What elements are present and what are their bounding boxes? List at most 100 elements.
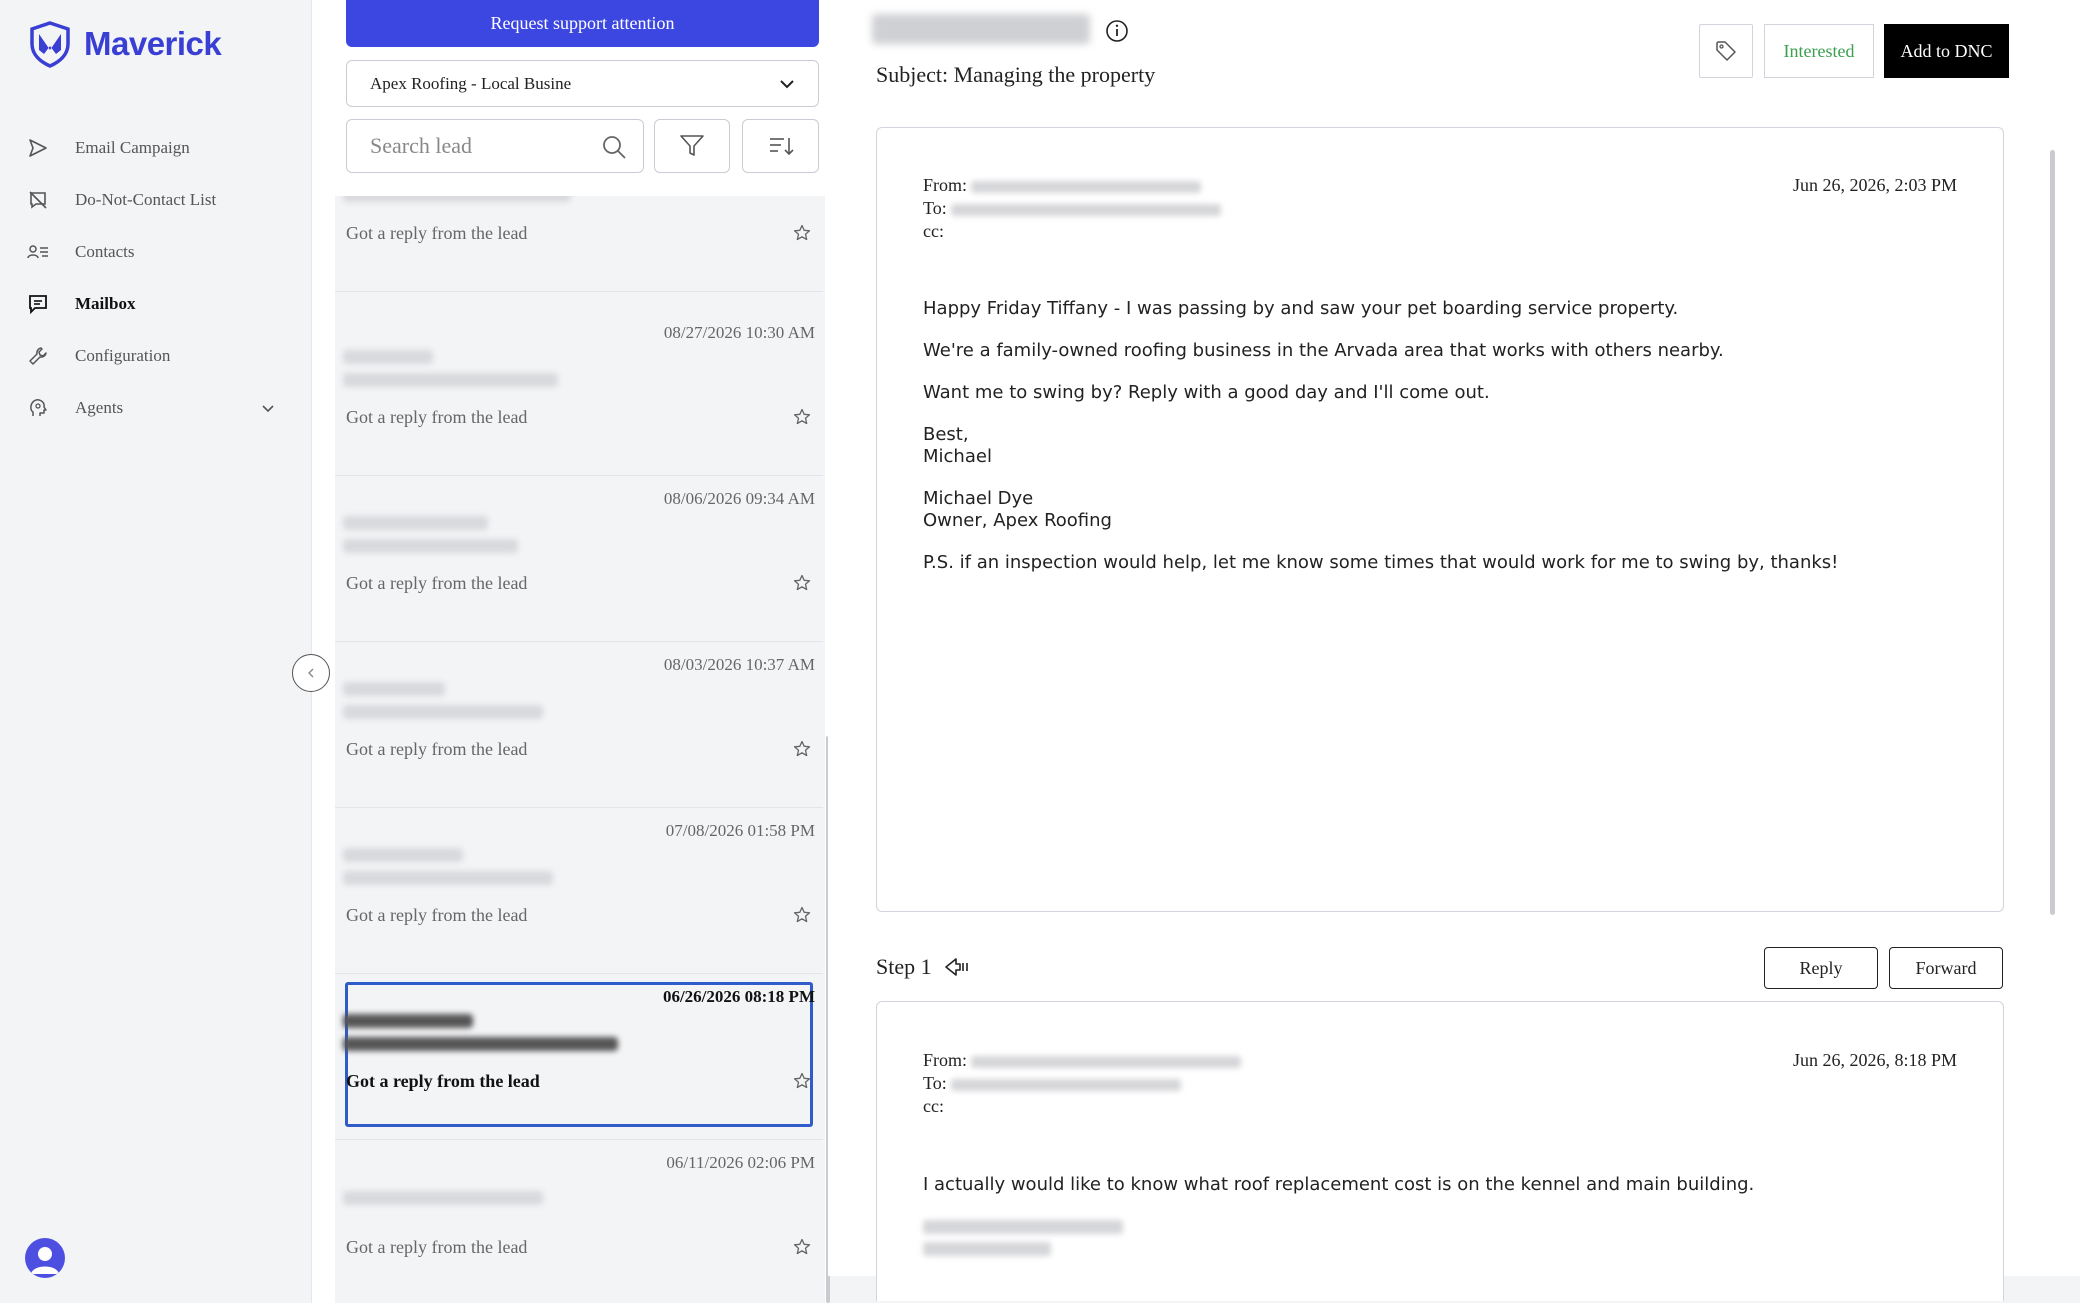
star-icon[interactable]: [793, 574, 811, 597]
email-to: To:: [923, 198, 1221, 219]
reply-arrow-icon: [944, 958, 968, 976]
thread-scrollbar[interactable]: [2050, 150, 2055, 915]
body-line: P.S. if an inspection would help, let me…: [923, 552, 1839, 573]
sidebar: Maverick Email Campaign Do-Not-Contact L…: [0, 0, 311, 1303]
redacted-email: [343, 539, 518, 553]
redacted-lead-name: [872, 14, 1090, 44]
add-to-dnc-button[interactable]: Add to DNC: [1884, 24, 2009, 78]
user-avatar[interactable]: [25, 1238, 65, 1278]
redacted-email: [343, 196, 571, 202]
redacted-name: [343, 848, 463, 862]
maverick-shield-icon: [30, 21, 70, 68]
to-label: To:: [923, 198, 947, 218]
interested-button[interactable]: Interested: [1764, 24, 1874, 78]
list-item-date: 08/27/2026 10:30 AM: [663, 323, 815, 342]
email-subject: Subject: Managing the property: [876, 62, 1156, 87]
email-body: Happy Friday Tiffany - I was passing by …: [923, 298, 1838, 594]
lead-list: Got a reply from the lead 08/27/2026 10:…: [335, 196, 825, 1303]
list-item-status: Got a reply from the lead: [346, 1237, 528, 1257]
sidebar-item-configuration[interactable]: Configuration: [0, 330, 311, 382]
chevron-down-icon: [778, 76, 796, 96]
body-line: We're a family-owned roofing business in…: [923, 340, 1724, 361]
info-icon[interactable]: [1105, 19, 1129, 48]
star-icon[interactable]: [793, 906, 811, 929]
sidebar-item-label: Configuration: [75, 346, 171, 365]
reply-button[interactable]: Reply: [1764, 947, 1878, 989]
tag-button[interactable]: [1699, 24, 1753, 78]
cc-label: cc:: [923, 1096, 944, 1116]
sidebar-item-mailbox[interactable]: Mailbox: [0, 278, 311, 330]
star-icon[interactable]: [793, 740, 811, 763]
sidebar-nav: Email Campaign Do-Not-Contact List Conta…: [0, 122, 311, 434]
list-item-date: 07/08/2026 01:58 PM: [665, 821, 815, 840]
redacted-address: [971, 180, 1202, 193]
list-item-status: Got a reply from the lead: [346, 905, 528, 925]
list-item-date: 06/11/2026 02:06 PM: [666, 1153, 815, 1172]
list-item-status: Got a reply from the lead: [346, 223, 528, 243]
list-item[interactable]: 08/27/2026 10:30 AM Got a reply from the…: [335, 310, 823, 476]
sidebar-item-email-campaign[interactable]: Email Campaign: [0, 122, 311, 174]
redacted-address: [950, 203, 1221, 216]
email-card: From: To: cc: Jun 26, 2026, 8:18 PM I ac…: [876, 1001, 2004, 1301]
redacted-address: [971, 1055, 1242, 1068]
email-date: Jun 26, 2026, 8:18 PM: [1792, 1050, 1957, 1070]
redacted-email: [343, 705, 543, 719]
contacts-list-icon: [27, 241, 49, 263]
redacted-email: [343, 373, 558, 387]
campaign-select[interactable]: Apex Roofing - Local Busine: [346, 60, 819, 107]
redacted-signature: [923, 1220, 1123, 1234]
sidebar-item-agents[interactable]: Agents: [0, 382, 311, 434]
sidebar-item-dnc-list[interactable]: Do-Not-Contact List: [0, 174, 311, 226]
email-from: From:: [923, 175, 1202, 196]
from-label: From:: [923, 175, 968, 195]
thread-view: Subject: Managing the property Intereste…: [828, 0, 2080, 1301]
list-item[interactable]: Got a reply from the lead: [335, 196, 823, 292]
star-icon[interactable]: [793, 408, 811, 431]
redacted-email: [343, 871, 553, 885]
filter-icon: [680, 135, 704, 156]
cc-label: cc:: [923, 221, 944, 241]
app: Maverick Email Campaign Do-Not-Contact L…: [0, 0, 2080, 1303]
sort-icon: [769, 138, 794, 156]
list-item-selected[interactable]: 06/26/2026 08:18 PM Got a reply from the…: [335, 974, 823, 1140]
body-line: Want me to swing by? Reply with a good d…: [923, 382, 1490, 403]
lead-list-panel: Request support attention Apex Roofing -…: [311, 0, 828, 1303]
forward-button[interactable]: Forward: [1889, 947, 2003, 989]
body-line: Happy Friday Tiffany - I was passing by …: [923, 298, 1679, 319]
list-item-date: 06/26/2026 08:18 PM: [662, 987, 815, 1006]
sidebar-item-contacts[interactable]: Contacts: [0, 226, 311, 278]
list-item-status: Got a reply from the lead: [346, 1071, 540, 1091]
blocked-message-icon: [27, 189, 49, 211]
redacted-name: [343, 516, 488, 530]
star-icon[interactable]: [793, 224, 811, 247]
brand-name: Maverick: [84, 25, 222, 62]
filter-button[interactable]: [654, 119, 730, 173]
body-line: Michael Dye: [923, 488, 1034, 509]
wrench-icon: [27, 345, 49, 367]
redacted-name: [343, 682, 445, 696]
star-icon[interactable]: [793, 1072, 811, 1095]
collapse-sidebar-button[interactable]: [292, 654, 330, 692]
request-support-button[interactable]: Request support attention: [346, 0, 819, 47]
list-item[interactable]: 08/03/2026 10:37 AM Got a reply from the…: [335, 642, 823, 808]
sort-button[interactable]: [742, 119, 819, 173]
logo[interactable]: Maverick: [26, 20, 222, 68]
send-icon: [27, 137, 49, 159]
body-line: Best,: [923, 424, 969, 445]
list-item[interactable]: 07/08/2026 01:58 PM Got a reply from the…: [335, 808, 823, 974]
message-icon: [27, 293, 49, 315]
to-label: To:: [923, 1073, 947, 1093]
star-icon[interactable]: [793, 1238, 811, 1261]
list-item[interactable]: 06/11/2026 02:06 PM Got a reply from the…: [335, 1140, 823, 1303]
sidebar-item-label: Agents: [75, 398, 124, 417]
search-input[interactable]: Search lead: [346, 119, 644, 173]
body-line: Michael: [923, 446, 992, 467]
list-item[interactable]: 08/06/2026 09:34 AM Got a reply from the…: [335, 476, 823, 642]
search-placeholder: Search lead: [370, 133, 472, 158]
list-item-status: Got a reply from the lead: [346, 739, 528, 759]
search-icon[interactable]: [601, 134, 627, 166]
sidebar-item-label: Do-Not-Contact List: [75, 190, 217, 209]
chevron-down-icon[interactable]: [261, 399, 275, 419]
from-label: From:: [923, 1050, 968, 1070]
redacted-email: [343, 1037, 618, 1051]
